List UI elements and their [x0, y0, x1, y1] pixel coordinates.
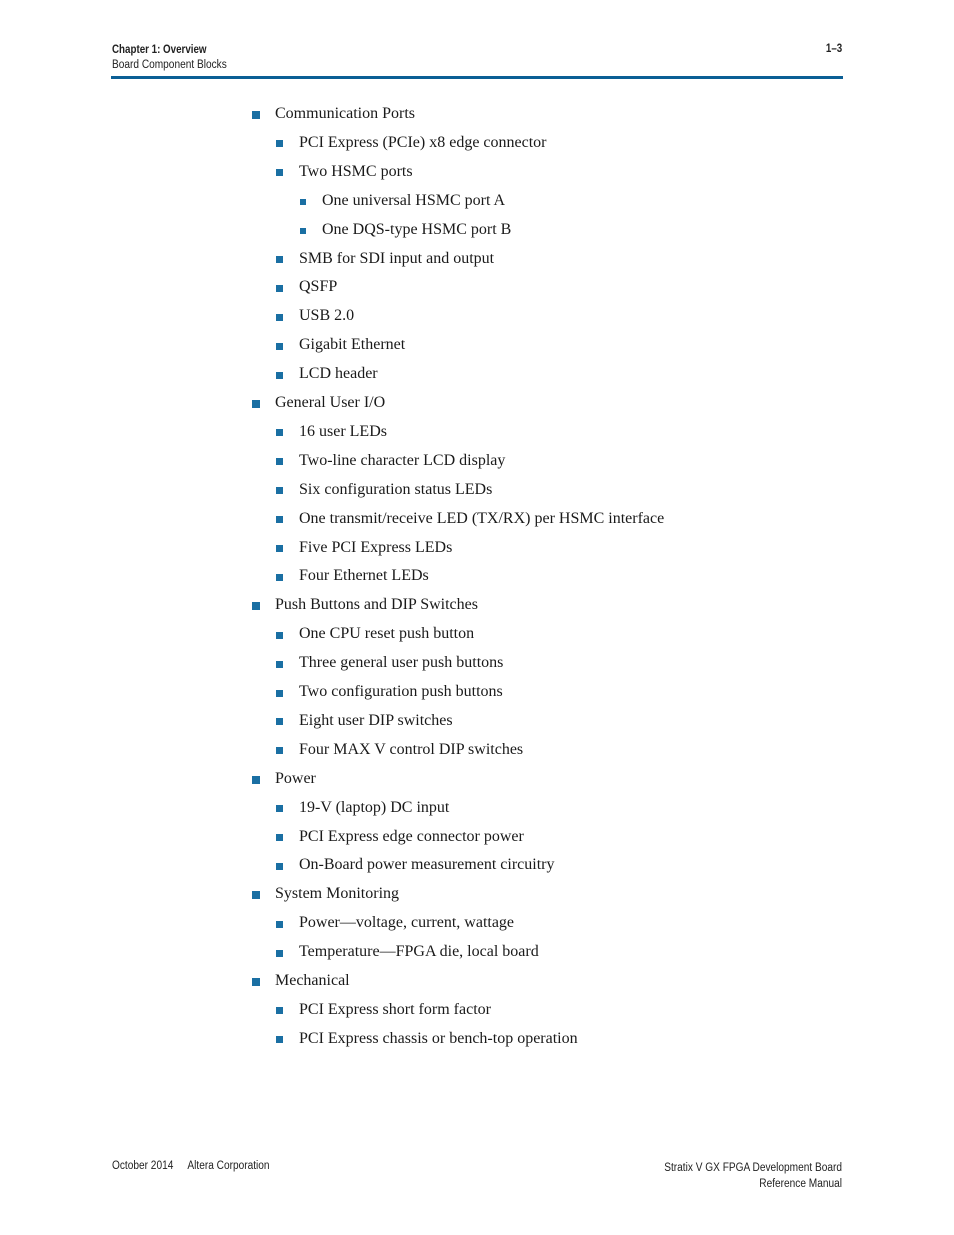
- list-item: 16 user LEDs: [299, 422, 387, 440]
- bullet-icon: [276, 516, 283, 524]
- bullet-icon: [276, 313, 283, 321]
- list-item: PCI Express edge connector power: [299, 827, 524, 845]
- bullet-icon: [276, 862, 283, 870]
- bullet-icon: [276, 140, 283, 148]
- bullet-icon: [276, 949, 283, 957]
- bullet-icon: [276, 545, 283, 552]
- list-item: One DQS-type HSMC port B: [322, 220, 512, 238]
- bullet-icon: [276, 169, 283, 177]
- list-item: USB 2.0: [299, 307, 355, 325]
- bullet-icon: [276, 1036, 283, 1044]
- bullet-icon: [276, 342, 283, 350]
- list-item: PCI Express short form factor: [299, 1000, 491, 1018]
- bullet-icon: [276, 631, 283, 639]
- list-item: One transmit/receive LED (TX/RX) per HSM…: [299, 509, 665, 527]
- bullet-icon: [300, 227, 306, 234]
- list-item: Eight user DIP switches: [299, 711, 453, 729]
- list-item: Five PCI Express LEDs: [299, 538, 453, 556]
- bullet-icon: [276, 920, 283, 928]
- bullet-icon: [276, 256, 283, 263]
- bullet-icon: [276, 487, 283, 495]
- list-item: PCI Express (PCIe) x8 edge connector: [299, 133, 547, 151]
- list-category: Communication Ports: [275, 105, 415, 122]
- list-item: Six configuration status LEDs: [299, 480, 493, 498]
- bullet-icon: [276, 284, 283, 292]
- list-item: Two-line character LCD display: [299, 451, 506, 469]
- list-item: Temperature—FPGA die, local board: [299, 943, 539, 961]
- bullet-icon: [252, 111, 260, 119]
- bullet-icon: [276, 747, 283, 755]
- bullet-icon: [252, 891, 260, 900]
- list-item: One CPU reset push button: [299, 625, 475, 643]
- footer-doc-subtitle: Reference Manual: [759, 1178, 842, 1190]
- section-title: Board Component Blocks: [112, 59, 227, 71]
- list-item: SMB for SDI input and output: [299, 249, 495, 267]
- bullet-icon: [252, 602, 260, 611]
- footer-right: Stratix V GX FPGA Development Board Refe…: [640, 1160, 842, 1192]
- footer-doc-title: Stratix V GX FPGA Development Board: [664, 1162, 842, 1174]
- list-item: Gigabit Ethernet: [299, 336, 406, 354]
- list-item: On-Board power measurement circuitry: [299, 856, 555, 874]
- list-item: PCI Express chassis or bench-top operati…: [299, 1029, 578, 1047]
- list-item: LCD header: [299, 365, 378, 383]
- list-item: QSFP: [299, 278, 338, 296]
- list-category: Push Buttons and DIP Switches: [275, 596, 478, 614]
- bullet-icon: [252, 978, 260, 986]
- bullet-icon: [276, 660, 283, 668]
- list-item: Four Ethernet LEDs: [299, 567, 429, 585]
- bullet-icon: [252, 400, 260, 408]
- bullet-icon: [276, 1007, 283, 1015]
- footer-company: Altera Corporation: [187, 1160, 270, 1172]
- footer-date: October 2014: [112, 1160, 174, 1172]
- bullet-icon: [276, 573, 283, 581]
- page-number: 1–3: [825, 43, 842, 55]
- bullet-icon: [252, 775, 260, 784]
- bullet-icon: [276, 429, 283, 437]
- bullet-icon: [276, 718, 283, 726]
- list-item: Three general user push buttons: [299, 654, 504, 672]
- list-item: One universal HSMC port A: [322, 191, 506, 209]
- header-rule: [111, 76, 843, 79]
- list-item: Two HSMC ports: [299, 162, 413, 180]
- list-category: General User I/O: [275, 394, 386, 411]
- list-item: 19-V (laptop) DC input: [299, 798, 450, 816]
- bullet-icon: [276, 689, 283, 697]
- running-header: Chapter 1: Overview Board Component Bloc…: [112, 43, 242, 73]
- bullet-icon: [300, 198, 306, 205]
- list-category: Mechanical: [275, 972, 350, 989]
- bullet-icon: [276, 805, 283, 813]
- list-category: System Monitoring: [275, 885, 400, 903]
- chapter-title: Chapter 1: Overview: [112, 44, 207, 56]
- list-item: Four MAX V control DIP switches: [299, 740, 524, 758]
- footer-left: October 2014 Altera Corporation: [112, 1160, 270, 1172]
- list-category: Power: [275, 769, 316, 787]
- list-item: Two configuration push buttons: [299, 683, 503, 700]
- bullet-icon: [276, 458, 283, 466]
- bullet-icon: [276, 371, 283, 379]
- bullet-icon: [276, 834, 283, 841]
- list-item: Power—voltage, current, wattage: [299, 914, 515, 932]
